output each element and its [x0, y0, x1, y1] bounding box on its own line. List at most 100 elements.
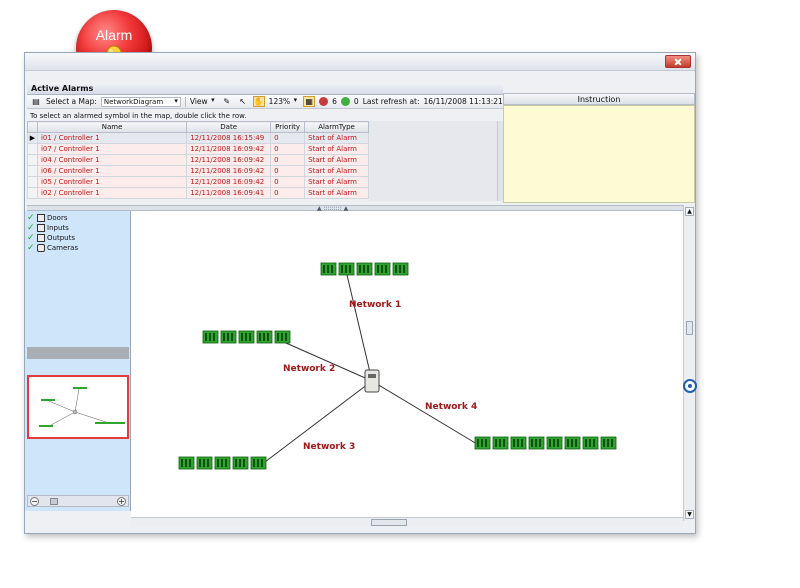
controller-icon[interactable] — [492, 436, 509, 450]
zoom-slider-thumb[interactable] — [50, 498, 58, 505]
table-cell: 0 — [270, 154, 306, 166]
table-cell: i01 / Controller 1 — [36, 132, 188, 144]
controller-icon[interactable] — [338, 262, 355, 276]
legend-item-outputs[interactable]: ✓ Outputs — [27, 233, 75, 243]
controller-icon[interactable] — [232, 456, 249, 470]
column-header-alarmtype[interactable]: AlarmType — [304, 121, 369, 133]
table-cell: 12/11/2008 16:09:42 — [186, 154, 272, 166]
controller-icon[interactable] — [474, 436, 491, 450]
controller-icon[interactable] — [392, 262, 409, 276]
map-select[interactable]: NetworkDiagram — [100, 96, 181, 107]
controller-icon[interactable] — [178, 456, 195, 470]
table-row[interactable]: i02 / Controller 1 12/11/2008 16:09:41 0… — [27, 187, 369, 199]
column-header-name[interactable]: Name — [36, 121, 188, 133]
table-row[interactable]: ▶ i01 / Controller 1 12/11/2008 16:15:49… — [27, 132, 369, 144]
controller-icon[interactable] — [546, 436, 563, 450]
table-cell: Start of Alarm — [304, 132, 369, 144]
select-map-label: Select a Map: — [46, 97, 97, 106]
legend-label: Inputs — [47, 224, 69, 232]
input-icon — [37, 224, 45, 232]
row-header — [27, 187, 38, 199]
controller-icon[interactable] — [214, 456, 231, 470]
network-link — [371, 380, 478, 445]
network-diagram: Network 1 Network 2 Network 3 Network 4 — [178, 262, 617, 470]
controller-icon[interactable] — [582, 436, 599, 450]
table-row[interactable]: i07 / Controller 1 12/11/2008 16:09:42 0… — [27, 143, 369, 155]
controller-icon[interactable] — [238, 330, 255, 344]
pencil-icon[interactable]: ✎ — [221, 96, 233, 107]
row-header — [27, 143, 38, 155]
controller-icon[interactable] — [196, 456, 213, 470]
row-header — [27, 165, 38, 177]
document-icon[interactable]: ▤ — [30, 96, 42, 107]
legend-item-doors[interactable]: ✓ Doors — [27, 213, 67, 223]
table-cell: i06 / Controller 1 — [36, 165, 188, 177]
controller-icon[interactable] — [202, 330, 219, 344]
map-horizontal-scrollbar[interactable] — [131, 517, 683, 527]
controller-icon[interactable] — [374, 262, 391, 276]
scroll-up-icon[interactable]: ▲ — [685, 207, 694, 216]
scroll-thumb[interactable] — [371, 519, 407, 526]
toolbar-separator — [184, 96, 186, 107]
panel-toggle-button[interactable] — [683, 379, 697, 393]
table-cell: 12/11/2008 16:09:42 — [186, 165, 272, 177]
controller-icon[interactable] — [250, 456, 267, 470]
zoom-in-button[interactable]: + — [117, 497, 126, 506]
legend-label: Cameras — [47, 244, 79, 252]
network-link — [346, 274, 373, 382]
table-cell: i05 / Controller 1 — [36, 176, 188, 188]
close-button[interactable] — [665, 55, 691, 68]
last-refresh-value: 16/11/2008 11:13:21 — [423, 97, 503, 106]
network-link — [260, 380, 373, 466]
view-menu[interactable]: View — [190, 96, 217, 106]
table-row[interactable]: i06 / Controller 1 12/11/2008 16:09:42 0… — [27, 165, 369, 177]
controller-icon[interactable] — [356, 262, 373, 276]
table-cell: i07 / Controller 1 — [36, 143, 188, 155]
controller-icon[interactable] — [274, 330, 291, 344]
row-header — [27, 176, 38, 188]
table-row[interactable]: i05 / Controller 1 12/11/2008 16:09:42 0… — [27, 176, 369, 188]
alarm-count: 6 — [332, 97, 337, 106]
zoom-out-button[interactable]: − — [30, 497, 39, 506]
table-cell: Start of Alarm — [304, 165, 369, 177]
overview-minimap[interactable] — [27, 375, 129, 439]
table-cell: Start of Alarm — [304, 143, 369, 155]
table-row[interactable]: i04 / Controller 1 12/11/2008 16:09:42 0… — [27, 154, 369, 166]
scroll-thumb[interactable] — [686, 321, 693, 335]
zoom-select[interactable]: 123% — [269, 96, 299, 106]
network-label: Network 1 — [349, 300, 401, 310]
controller-icon[interactable] — [600, 436, 617, 450]
controller-icon[interactable] — [564, 436, 581, 450]
legend-item-cameras[interactable]: ✓ Cameras — [27, 243, 78, 253]
legend-label: Doors — [47, 214, 68, 222]
side-panel: ✓ Doors ✓ Inputs ✓ Outputs ✓ Cameras − + — [25, 211, 131, 511]
scroll-down-icon[interactable]: ▼ — [685, 510, 694, 519]
network-map[interactable]: Network 1 Network 2 Network 3 Network 4 — [131, 211, 683, 517]
window-titlebar — [25, 53, 695, 71]
grid-icon[interactable]: ▦ — [303, 96, 316, 107]
map-vertical-scrollbar[interactable]: ▲ ▼ — [683, 205, 695, 521]
ok-status-icon — [340, 97, 350, 106]
side-panel-divider[interactable] — [27, 347, 129, 359]
column-header-date[interactable]: Date — [186, 121, 272, 133]
table-cell: Start of Alarm — [304, 187, 369, 199]
check-icon: ✓ — [27, 223, 35, 233]
controller-icon[interactable] — [510, 436, 527, 450]
legend-label: Outputs — [47, 234, 75, 242]
alarm-badge-label: Alarm — [95, 27, 133, 43]
row-header-corner — [27, 121, 38, 133]
hand-icon[interactable]: ✋ — [252, 96, 265, 107]
camera-icon — [37, 244, 45, 252]
controller-icon[interactable] — [320, 262, 337, 276]
server-icon[interactable] — [364, 369, 380, 393]
controller-icon[interactable] — [220, 330, 237, 344]
table-empty-area — [369, 121, 499, 201]
legend-item-inputs[interactable]: ✓ Inputs — [27, 223, 69, 233]
table-cell: 12/11/2008 16:15:49 — [186, 132, 272, 144]
column-header-priority[interactable]: Priority — [270, 121, 306, 133]
pointer-icon[interactable]: ↖ — [237, 96, 249, 107]
check-icon: ✓ — [27, 213, 35, 223]
table-cell: 0 — [270, 143, 306, 155]
controller-icon[interactable] — [256, 330, 273, 344]
controller-icon[interactable] — [528, 436, 545, 450]
